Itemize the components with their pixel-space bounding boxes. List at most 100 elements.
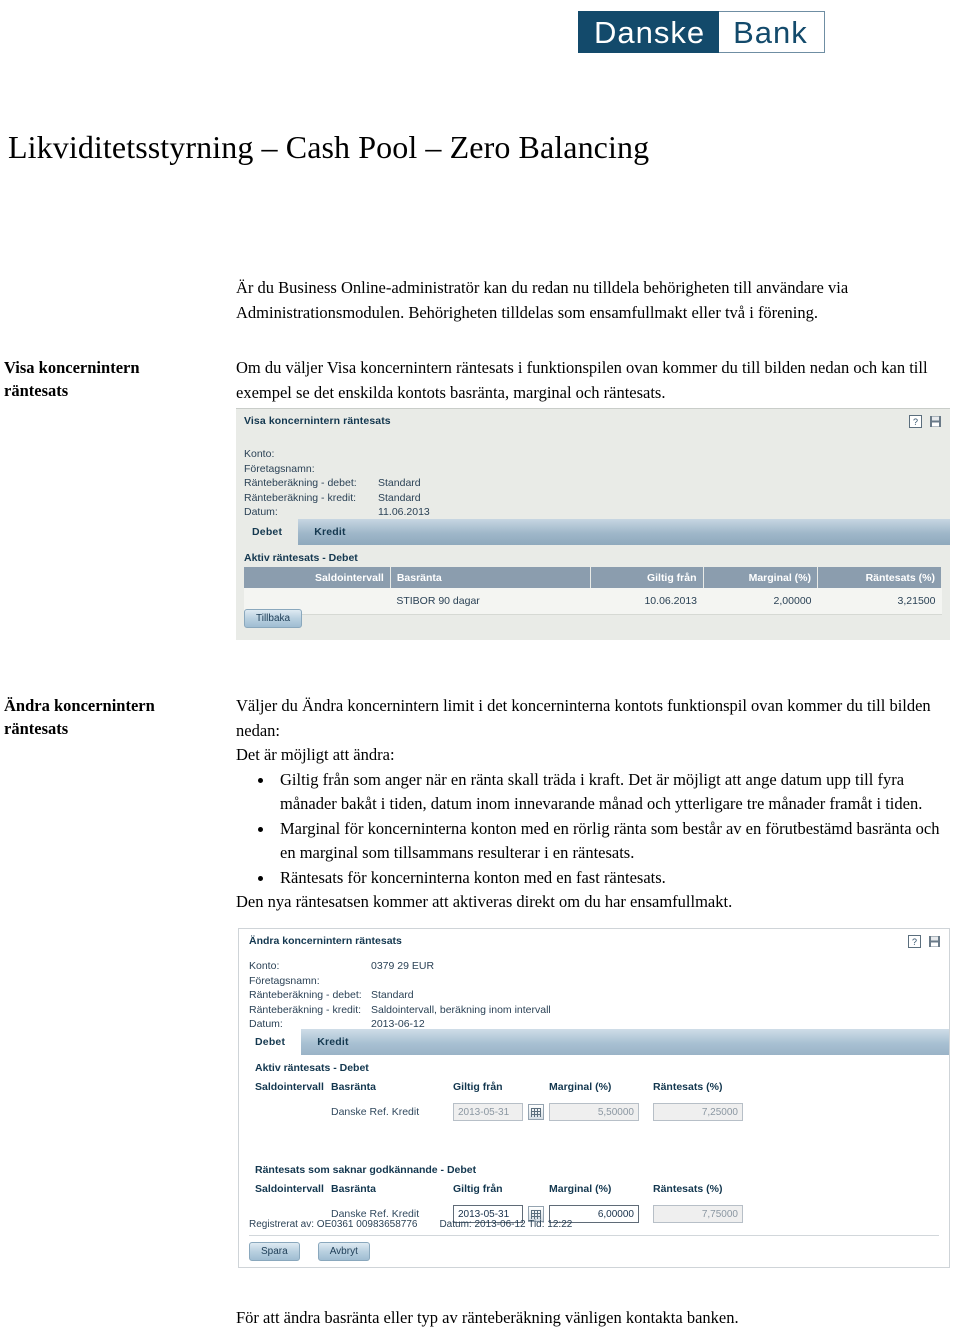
tab-kredit[interactable]: Kredit <box>298 519 362 545</box>
col-basranta: Basränta <box>390 567 592 588</box>
field-row: Ränteberäkning - debet: Standard <box>249 988 551 1003</box>
panel2-button-row: Spara Avbryt <box>249 1242 370 1261</box>
panel1-icon-group: ? <box>909 415 942 428</box>
field-row: Företagsnamn: <box>244 462 430 477</box>
field-row: Ränteberäkning - debet: Standard <box>244 476 430 491</box>
field-key: Konto: <box>249 960 280 972</box>
field-value: Standard <box>378 477 421 489</box>
list-item: Marginal för koncerninterna konton med e… <box>258 817 952 866</box>
table-row: STIBOR 90 dagar 10.06.2013 2,00000 3,215… <box>244 588 942 615</box>
margin-label-line-1: Ändra koncernintern <box>4 696 155 715</box>
field-key: Företagsnamn: <box>249 974 320 987</box>
section1-paragraph: Om du väljer Visa koncernintern räntesat… <box>236 358 928 402</box>
cell-rantesats-group <box>653 1103 757 1121</box>
back-button[interactable]: Tillbaka <box>244 609 303 628</box>
field-value: 0379 29 EUR <box>371 960 435 972</box>
field-key: Ränteberäkning - debet: <box>249 989 362 1001</box>
section2-paragraph-2: Det är möjligt att ändra: <box>236 745 395 764</box>
field-row: Företagsnamn: <box>249 974 551 989</box>
section2-paragraph-1: Väljer du Ändra koncernintern limit i de… <box>236 696 931 740</box>
cell-giltig-fran: 10.06.2013 <box>590 588 704 615</box>
field-key: Konto: <box>244 448 275 460</box>
col-marginal: Marginal (%) <box>703 567 819 588</box>
rantesats-input <box>653 1205 743 1223</box>
col-basranta: Basränta <box>331 1081 376 1093</box>
calendar-icon[interactable] <box>527 1103 544 1120</box>
screenshot-andra-koncernintern-rantesats: Ändra koncernintern räntesats ? Konto: 0… <box>238 928 950 1268</box>
field-row: Konto: <box>244 447 430 462</box>
col-rantesats: Räntesats (%) <box>817 567 942 588</box>
tab-kredit[interactable]: Kredit <box>301 1029 365 1055</box>
cell-giltig-fran-group <box>453 1103 549 1121</box>
margin-label-line-2: räntesats <box>4 381 69 400</box>
cell-rantesats-group <box>653 1205 757 1223</box>
help-icon[interactable]: ? <box>909 415 922 428</box>
field-row: Ränteberäkning - kredit: Standard <box>244 491 430 506</box>
field-value: Standard <box>378 491 421 504</box>
panel1-fields: Konto: Företagsnamn: Ränteberäkning - de… <box>244 447 430 520</box>
panel1-title: Visa koncernintern räntesats <box>244 415 391 427</box>
save-button[interactable]: Spara <box>249 1242 300 1261</box>
registered-datetime: Datum: 2013-06-12 Tid: 12:22 <box>439 1219 573 1230</box>
help-icon[interactable]: ? <box>908 935 921 948</box>
cell-marginal-group <box>549 1103 653 1121</box>
col-saldointervall: Saldointervall <box>255 1081 324 1093</box>
margin-label-line-2: räntesats <box>4 719 69 738</box>
registration-info: Registrerat av: OE0361 00983658776 Datum… <box>249 1219 572 1230</box>
col-basranta: Basränta <box>331 1183 376 1195</box>
screenshot-visa-koncernintern-rantesats: Visa koncernintern räntesats ? Konto: Fö… <box>236 408 950 640</box>
col-rantesats: Räntesats (%) <box>653 1183 723 1195</box>
list-item: Räntesats för koncerninterna konton med … <box>258 866 952 891</box>
print-icon[interactable] <box>928 935 941 948</box>
field-row: Ränteberäkning - kredit: Saldointervall,… <box>249 1003 551 1018</box>
field-key: Datum: <box>244 506 278 518</box>
col-marginal: Marginal (%) <box>549 1081 612 1093</box>
col-giltig-fran: Giltig från <box>590 567 704 588</box>
field-key: Ränteberäkning - kredit: <box>249 1003 362 1016</box>
panel2-fields: Konto: 0379 29 EUR Företagsnamn: Räntebe… <box>249 959 551 1032</box>
cell-marginal: 2,00000 <box>703 588 818 615</box>
list-item: Giltig från som anger när en ränta skall… <box>258 768 952 817</box>
panel2-icon-group: ? <box>908 935 941 948</box>
field-row: Datum: 11.06.2013 <box>244 505 430 520</box>
cancel-button[interactable]: Avbryt <box>317 1242 370 1261</box>
table-header-row: Saldointervall Basränta Giltig från Marg… <box>255 1081 757 1093</box>
col-rantesats: Räntesats (%) <box>653 1081 723 1093</box>
svg-text:?: ? <box>912 937 917 947</box>
tab-debet[interactable]: Debet <box>239 1029 302 1055</box>
marginal-input[interactable] <box>549 1103 639 1121</box>
field-key: Ränteberäkning - kredit: <box>244 491 357 504</box>
table-header-row: Saldointervall Basränta Giltig från Marg… <box>255 1183 757 1195</box>
logo-text-bank: Bank <box>719 11 825 53</box>
panel1-tabbar: Debet Kredit <box>236 519 950 545</box>
panel2-divider <box>249 1235 939 1236</box>
panel1-rates-table: Saldointervall Basränta Giltig från Marg… <box>244 567 942 615</box>
tab-debet[interactable]: Debet <box>236 519 299 545</box>
margin-label-andra-koncernintern: Ändra koncernintern räntesats <box>4 694 229 740</box>
section2-paragraph-3: Den nya räntesatsen kommer att aktiveras… <box>236 892 733 911</box>
field-key: Företagsnamn: <box>244 462 315 475</box>
margin-label-line-1: Visa koncernintern <box>4 358 140 377</box>
section1-body: Om du väljer Visa koncernintern räntesat… <box>236 356 952 405</box>
giltig-fran-input[interactable] <box>453 1103 523 1121</box>
panel2-title: Ändra koncernintern räntesats <box>249 935 402 947</box>
cell-saldointervall <box>255 1102 331 1122</box>
cell-basranta: STIBOR 90 dagar <box>390 588 591 615</box>
page-title: Likviditetsstyrning – Cash Pool – Zero B… <box>8 129 650 166</box>
intro-paragraph: Är du Business Online-administratör kan … <box>236 277 849 322</box>
margin-label-visa-koncernintern: Visa koncernintern räntesats <box>4 356 229 402</box>
col-giltig-fran: Giltig från <box>453 1081 503 1093</box>
rantesats-input <box>653 1103 743 1121</box>
col-marginal: Marginal (%) <box>549 1183 612 1195</box>
panel2-section-label-saknar-godkannande: Räntesats som saknar godkännande - Debet <box>255 1164 477 1176</box>
footer-note: För att ändra basränta eller typ av ränt… <box>236 1307 739 1327</box>
print-icon[interactable] <box>929 415 942 428</box>
table-header-row: Saldointervall Basränta Giltig från Marg… <box>244 567 942 588</box>
panel2-table-saknar-godkannande: Saldointervall Basränta Giltig från Marg… <box>255 1183 757 1224</box>
col-giltig-fran: Giltig från <box>453 1183 503 1195</box>
danske-bank-logo: Danske Bank <box>578 11 878 53</box>
field-key: Ränteberäkning - debet: <box>244 477 357 489</box>
field-row: Konto: 0379 29 EUR <box>249 959 551 974</box>
registered-by: Registrerat av: OE0361 00983658776 <box>249 1219 418 1230</box>
col-saldointervall: Saldointervall <box>244 567 391 588</box>
